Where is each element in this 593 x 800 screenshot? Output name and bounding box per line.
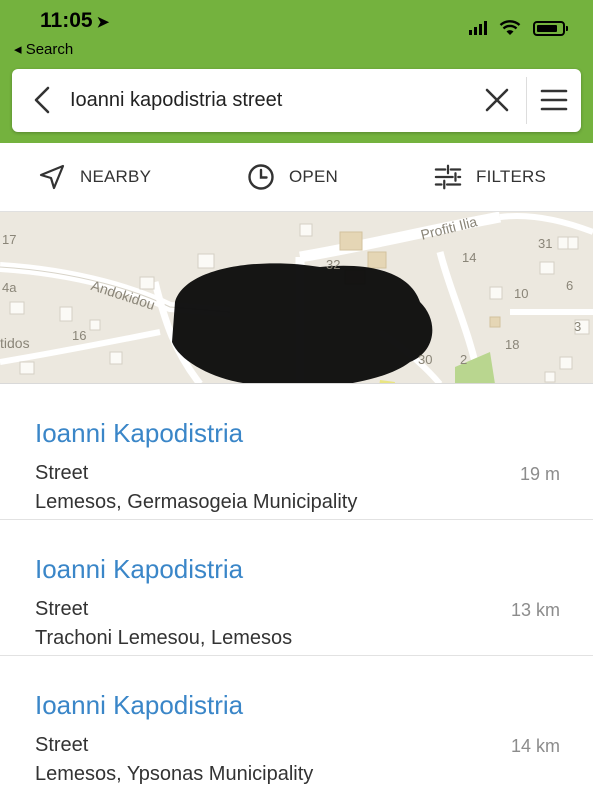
map-label-10: 10 — [514, 286, 529, 301]
result-item[interactable]: Ioanni Kapodistria Street 19 m Lemesos, … — [0, 384, 593, 520]
back-to-search-link[interactable]: ◂ Search — [14, 40, 73, 58]
map-label-4a: 4a — [2, 280, 17, 295]
location-arrow-icon: ➤ — [96, 14, 110, 31]
map-label-17: 17 — [2, 232, 17, 247]
result-title: Ioanni Kapodistria — [35, 554, 244, 584]
map-view[interactable]: Profiti Ilia Andokidou tidos 17 4a 16 32… — [0, 212, 593, 384]
result-type: Street — [35, 734, 89, 756]
result-title: Ioanni Kapodistria — [35, 418, 244, 448]
map-label-2: 2 — [460, 352, 468, 367]
map-label-16: 16 — [72, 328, 87, 343]
search-divider — [526, 77, 527, 124]
nearby-filter-label: NEARBY — [80, 167, 152, 186]
search-input[interactable]: Ioanni kapodistria street — [70, 89, 282, 112]
filters-label: FILTERS — [476, 167, 547, 186]
status-indicators — [469, 20, 568, 36]
open-filter-label: OPEN — [289, 167, 338, 186]
battery-icon — [533, 20, 568, 36]
map-label-6: 6 — [566, 278, 574, 293]
map-label-31: 31 — [538, 236, 553, 251]
cellular-signal-icon — [469, 21, 487, 35]
result-location: Lemesos, Ypsonas Municipality — [35, 763, 314, 785]
map-label-18: 18 — [505, 337, 520, 352]
result-type: Street — [35, 462, 89, 484]
map-label-32: 32 — [326, 257, 341, 272]
filter-bar: NEARBY OPEN FILTERS — [0, 143, 593, 212]
status-time-text: 11:05 — [40, 9, 93, 32]
map-roads — [0, 212, 593, 383]
status-time: 11:05 ➤ — [40, 9, 109, 33]
results-list: Ioanni Kapodistria Street 19 m Lemesos, … — [0, 384, 593, 792]
map-label-tidos: tidos — [0, 335, 30, 351]
result-title: Ioanni Kapodistria — [35, 690, 244, 720]
result-type: Street — [35, 598, 89, 620]
clock-icon — [248, 164, 274, 190]
navigation-arrow-icon — [39, 164, 65, 190]
wifi-icon — [499, 20, 521, 35]
result-distance: 14 km — [510, 736, 560, 756]
search-bar: Ioanni kapodistria street — [12, 69, 581, 132]
result-distance: 13 km — [510, 600, 560, 620]
result-item[interactable]: Ioanni Kapodistria Street 13 km Trachoni… — [0, 520, 593, 656]
back-chevron-icon[interactable] — [28, 84, 58, 116]
filters-button[interactable]: FILTERS — [434, 163, 546, 191]
result-item[interactable]: Ioanni Kapodistria Street 14 km Lemesos,… — [0, 656, 593, 792]
result-location: Trachoni Lemesou, Lemesos — [35, 627, 293, 649]
app-header: 11:05 ➤ ◂ Search Ioanni kapodistria stree… — [0, 0, 593, 143]
map-label-3: 3 — [574, 319, 582, 334]
result-location: Lemesos, Germasogeia Municipality — [35, 491, 358, 513]
sliders-icon — [434, 164, 462, 190]
clear-search-icon[interactable] — [482, 85, 512, 115]
result-distance: 19 m — [519, 464, 560, 484]
map-label-30: 30 — [418, 352, 433, 367]
open-filter-button[interactable]: OPEN — [247, 163, 338, 191]
map-label-14: 14 — [462, 250, 477, 265]
nearby-filter-button[interactable]: NEARBY — [38, 163, 151, 191]
menu-icon[interactable] — [540, 88, 568, 112]
